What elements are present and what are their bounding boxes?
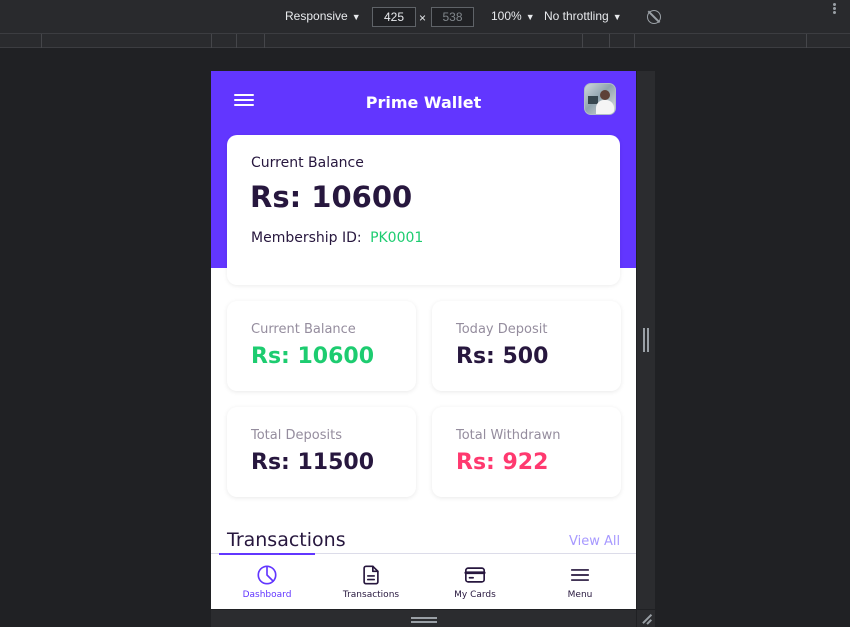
stat-value: Rs: 922 (456, 450, 549, 475)
nav-label: Transactions (342, 590, 400, 600)
zoom-label: 100% (491, 9, 522, 23)
caret-down-icon: ▼ (612, 12, 622, 22)
nav-item-menu[interactable]: Menu (527, 554, 633, 609)
bottom-navigation: Dashboard Transactions My Cards Menu (211, 553, 636, 609)
media-query-ruler (0, 33, 850, 48)
stat-label: Total Deposits (251, 428, 342, 443)
view-all-link[interactable]: View All (569, 534, 620, 549)
document-icon (363, 565, 379, 585)
rotate-icon[interactable] (647, 10, 661, 24)
transactions-heading: Transactions (227, 529, 346, 551)
nav-item-transactions[interactable]: Transactions (318, 554, 424, 609)
pie-chart-icon (257, 565, 277, 585)
nav-label: Dashboard (242, 590, 292, 600)
resize-handle-corner[interactable] (637, 610, 655, 627)
stat-label: Total Withdrawn (456, 428, 561, 443)
balance-amount: Rs: 10600 (250, 180, 413, 214)
balance-card: Current Balance Rs: 10600 Membership ID:… (227, 135, 620, 285)
device-mode-label: Responsive (285, 9, 348, 23)
stat-card-current-balance: Current Balance Rs: 10600 (227, 301, 416, 391)
nav-label: Menu (567, 590, 593, 600)
caret-down-icon: ▼ (525, 12, 535, 22)
transactions-underline (219, 553, 315, 555)
height-input[interactable]: 538 (431, 7, 474, 27)
user-avatar[interactable] (584, 83, 616, 115)
stat-value: Rs: 11500 (251, 450, 375, 475)
stat-value: Rs: 500 (456, 344, 549, 369)
device-mode-dropdown[interactable]: Responsive ▼ (285, 9, 361, 23)
membership-id: PK0001 (370, 230, 424, 246)
stat-card-total-withdrawn: Total Withdrawn Rs: 922 (432, 407, 621, 497)
menu-icon (570, 569, 590, 581)
nav-item-dashboard[interactable]: Dashboard (214, 554, 320, 609)
stat-label: Current Balance (251, 322, 356, 337)
throttling-label: No throttling (544, 9, 609, 23)
stat-value: Rs: 10600 (251, 344, 375, 369)
nav-item-my-cards[interactable]: My Cards (422, 554, 528, 609)
resize-handle-bottom[interactable] (211, 610, 636, 627)
throttling-dropdown[interactable]: No throttling ▼ (544, 9, 622, 23)
resize-handle-right[interactable] (637, 71, 655, 609)
dimension-separator: × (419, 11, 427, 25)
caret-down-icon: ▼ (351, 12, 361, 22)
nav-label: My Cards (454, 590, 496, 600)
more-options-icon[interactable] (833, 3, 837, 15)
width-input[interactable]: 425 (372, 7, 416, 27)
stat-label: Today Deposit (456, 322, 548, 337)
device-viewport: Prime Wallet Current Balance Rs: 10600 M… (211, 71, 636, 609)
devtools-toolbar: Responsive ▼ 425 × 538 100% ▼ No throttlin… (0, 0, 850, 33)
membership-label: Membership ID: (251, 230, 362, 246)
stat-card-today-deposit: Today Deposit Rs: 500 (432, 301, 621, 391)
app-title: Prime Wallet (365, 93, 482, 112)
credit-card-icon (464, 567, 486, 583)
stat-card-total-deposits: Total Deposits Rs: 11500 (227, 407, 416, 497)
zoom-dropdown[interactable]: 100% ▼ (491, 9, 535, 23)
balance-label: Current Balance (251, 155, 364, 171)
membership-row: Membership ID: PK0001 (251, 230, 423, 246)
